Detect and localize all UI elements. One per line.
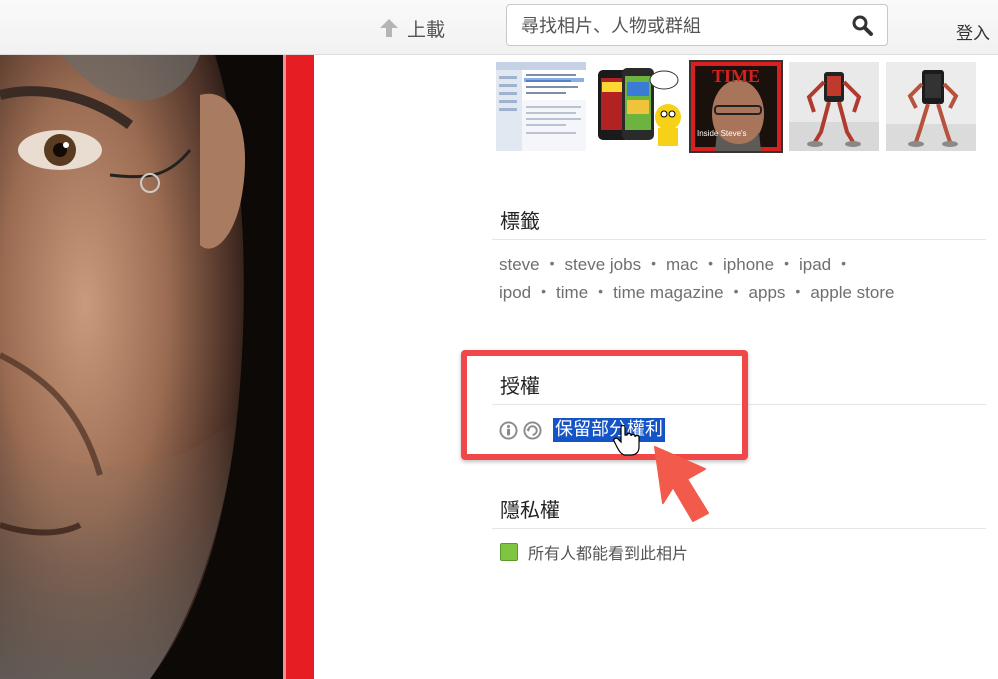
- tag-link[interactable]: ipad: [799, 255, 831, 274]
- tags-heading: 標籤: [500, 209, 540, 233]
- tag-separator: •: [651, 255, 656, 271]
- upload-label: 上載: [407, 19, 446, 41]
- tag-separator: •: [541, 283, 547, 299]
- tag-link[interactable]: apple store: [810, 283, 894, 302]
- thumb-robot-figure-2[interactable]: [886, 62, 976, 151]
- thumb-robot-figure-1[interactable]: [789, 62, 879, 151]
- privacy-heading: 隱私權: [500, 498, 560, 522]
- upload-arrow-icon: [378, 17, 400, 39]
- tag-line-2: ipod • time • time magazine • apps • apple store: [499, 279, 979, 307]
- tag-link[interactable]: iphone: [723, 255, 774, 274]
- tag-separator: •: [549, 255, 555, 271]
- tag-separator: •: [795, 283, 801, 299]
- tag-separator: •: [598, 283, 604, 299]
- tag-link[interactable]: apps: [749, 283, 786, 302]
- privacy-status: 所有人都能看到此相片: [528, 544, 689, 563]
- tag-link[interactable]: ipod: [499, 283, 531, 302]
- top-bar: 上載 登入: [0, 0, 998, 55]
- thumb-time-cover[interactable]: TIME Inside Steve's: [689, 60, 783, 153]
- search-icon[interactable]: [851, 14, 875, 38]
- tag-list: steve • steve jobs • mac • iphone • ipad • ipod • t…: [499, 251, 979, 307]
- time-logo: TIME: [712, 66, 760, 86]
- tag-link[interactable]: mac: [666, 255, 698, 274]
- thumb-mail-screenshot[interactable]: [496, 62, 586, 151]
- tag-separator: •: [841, 255, 847, 271]
- tag-separator: •: [708, 255, 714, 271]
- main-photo[interactable]: [0, 55, 283, 679]
- magazine-red-border: [283, 55, 314, 679]
- pointer-arrow-icon: [613, 425, 709, 522]
- cover-caption: Inside Steve's: [697, 129, 747, 138]
- login-link[interactable]: 登入: [956, 19, 990, 44]
- thumb-iphone-marvel-comics[interactable]: [594, 62, 684, 151]
- tag-link[interactable]: time: [556, 283, 588, 302]
- tag-separator: •: [733, 283, 739, 299]
- tag-line-1: steve • steve jobs • mac • iphone • ipad •: [499, 251, 979, 279]
- privacy-row: 所有人都能看到此相片: [500, 541, 688, 563]
- tag-link[interactable]: time magazine: [613, 283, 724, 302]
- tag-link[interactable]: steve: [499, 255, 540, 274]
- privacy-divider: [492, 528, 986, 529]
- search-box[interactable]: [506, 4, 888, 46]
- tags-divider: [492, 239, 986, 240]
- upload-button[interactable]: 上載: [378, 14, 445, 42]
- search-input[interactable]: [519, 13, 843, 39]
- tag-link[interactable]: steve jobs: [565, 255, 642, 274]
- tag-separator: •: [784, 255, 789, 271]
- public-status-icon: [500, 543, 518, 561]
